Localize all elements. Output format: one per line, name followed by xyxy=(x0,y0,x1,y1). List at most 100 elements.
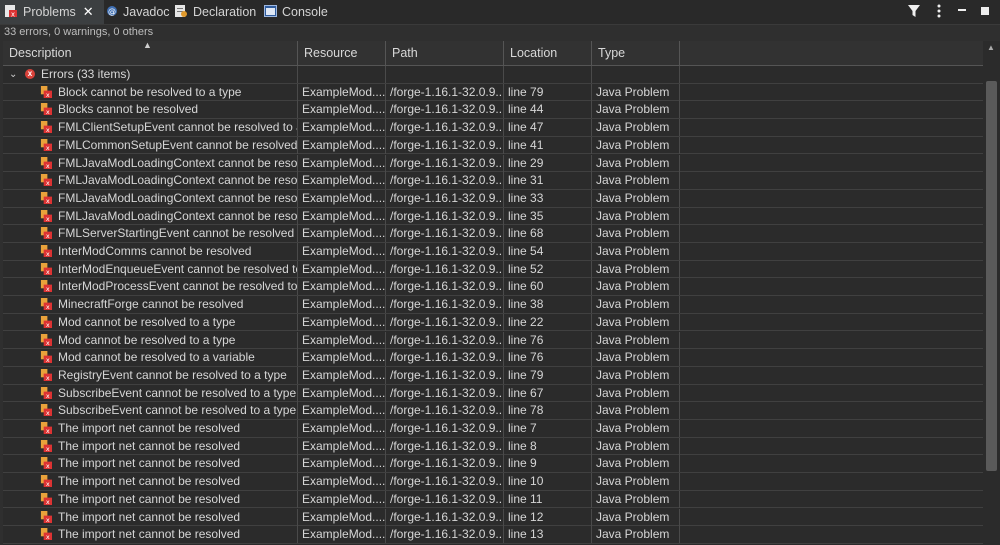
cell-type: Java Problem xyxy=(592,349,680,367)
column-header-description[interactable]: ▲ Description xyxy=(3,41,298,65)
table-row[interactable]: x Block cannot be resolved to a type Examp… xyxy=(3,83,983,102)
cell-type: Java Problem xyxy=(592,366,680,384)
table-row[interactable]: x InterModEnqueueEvent cannot be resolved… xyxy=(3,260,983,279)
cell-description: x SubscribeEvent cannot be resolved to a … xyxy=(3,384,298,402)
cell-type: Java Problem xyxy=(592,313,680,331)
tab-console[interactable]: Console xyxy=(262,0,330,24)
table-row[interactable]: x FMLJavaModLoadingContext cannot be reso… xyxy=(3,207,983,226)
problem-description: InterModProcessEvent cannot be resolved … xyxy=(58,279,298,294)
cell-description: x FMLJavaModLoadingContext cannot be reso… xyxy=(3,189,298,207)
error-group-row[interactable]: ⌄ x Errors (33 items) xyxy=(3,66,983,84)
cell-path: /forge-1.16.1-32.0.9... xyxy=(386,243,504,260)
column-header-type[interactable]: Type xyxy=(592,41,680,65)
tab-problems[interactable]: x Problems ✕ xyxy=(0,0,104,24)
cell-path: /forge-1.16.1-32.0.9... xyxy=(386,420,504,437)
java-error-icon: x xyxy=(40,85,52,98)
cell-description: x Mod cannot be resolved to a variable xyxy=(3,349,298,367)
table-row[interactable]: x The import net cannot be resolved Exampl… xyxy=(3,437,983,456)
table-row[interactable]: x The import net cannot be resolved Exampl… xyxy=(3,473,983,491)
scrollbar-thumb[interactable] xyxy=(986,81,997,471)
svg-text:x: x xyxy=(46,215,50,222)
table-row[interactable]: x The import net cannot be resolved Exampl… xyxy=(3,526,983,544)
table-header: ▲ Description Resource Path Location Typ… xyxy=(3,41,983,66)
filter-icon[interactable] xyxy=(906,3,922,21)
cell-location: line 9 xyxy=(504,455,592,473)
cell-description: x FMLCommonSetupEvent cannot be resolved … xyxy=(3,136,298,154)
table-row[interactable]: x Mod cannot be resolved to a type Example… xyxy=(3,331,983,350)
svg-text:x: x xyxy=(46,232,50,239)
java-error-icon: x xyxy=(40,475,52,488)
table-row[interactable]: x FMLJavaModLoadingContext cannot be reso… xyxy=(3,154,983,173)
table-row[interactable]: x Mod cannot be resolved to a type Example… xyxy=(3,313,983,332)
cell-path: /forge-1.16.1-32.0.9... xyxy=(386,119,504,137)
table-row[interactable]: x The import net cannot be resolved Exampl… xyxy=(3,420,983,438)
cell-type: Java Problem xyxy=(592,508,680,526)
vertical-scrollbar[interactable]: ▲ xyxy=(983,41,1000,545)
java-error-icon: x xyxy=(40,404,52,417)
minimize-icon[interactable] xyxy=(955,3,969,21)
cell-description: x Block cannot be resolved to a type xyxy=(3,83,298,101)
cell-description: x Mod cannot be resolved to a type xyxy=(3,331,298,349)
cell-description: x InterModComms cannot be resolved xyxy=(3,243,298,260)
table-row[interactable]: x FMLJavaModLoadingContext cannot be reso… xyxy=(3,172,983,190)
problem-description: Blocks cannot be resolved xyxy=(58,102,199,117)
cell-location: line 29 xyxy=(504,154,592,172)
cell-path: /forge-1.16.1-32.0.9... xyxy=(386,260,504,278)
table-row[interactable]: x RegistryEvent cannot be resolved to a t… xyxy=(3,366,983,385)
table-row[interactable]: x The import net cannot be resolved Exampl… xyxy=(3,490,983,509)
table-row[interactable]: x FMLCommonSetupEvent cannot be resolved … xyxy=(3,136,983,155)
cell-location: line 33 xyxy=(504,189,592,207)
close-icon[interactable]: ✕ xyxy=(83,4,94,20)
cell-path: /forge-1.16.1-32.0.9... xyxy=(386,278,504,296)
cell-type: Java Problem xyxy=(592,402,680,420)
cell-location: line 7 xyxy=(504,420,592,437)
problem-description: FMLClientSetupEvent cannot be resolved t… xyxy=(58,120,298,135)
problem-description: The import net cannot be resolved xyxy=(58,438,241,453)
table-row[interactable]: x SubscribeEvent cannot be resolved to a … xyxy=(3,402,983,420)
tab-javadoc[interactable]: @ Javadoc xyxy=(104,0,170,24)
cell-description: x FMLJavaModLoadingContext cannot be reso… xyxy=(3,154,298,172)
cell-path: /forge-1.16.1-32.0.9... xyxy=(386,207,504,225)
cell-location: line 11 xyxy=(504,490,592,508)
table-row[interactable]: x FMLJavaModLoadingContext cannot be reso… xyxy=(3,189,983,208)
cell-path: /forge-1.16.1-32.0.9... xyxy=(386,437,504,455)
svg-text:x: x xyxy=(46,533,50,540)
table-row[interactable]: x FMLServerStartingEvent cannot be resolv… xyxy=(3,225,983,243)
cell-location: line 76 xyxy=(504,349,592,367)
scroll-up-icon[interactable]: ▲ xyxy=(987,43,995,52)
table-row[interactable]: x The import net cannot be resolved Exampl… xyxy=(3,455,983,474)
table-row[interactable]: x FMLClientSetupEvent cannot be resolved … xyxy=(3,119,983,137)
cell-type: Java Problem xyxy=(592,437,680,455)
column-header-location[interactable]: Location xyxy=(504,41,592,65)
problem-description: InterModEnqueueEvent cannot be resolved … xyxy=(58,261,298,276)
column-header-resource[interactable]: Resource xyxy=(298,41,386,65)
cell-path: /forge-1.16.1-32.0.9... xyxy=(386,473,504,491)
column-header-path[interactable]: Path xyxy=(386,41,504,65)
svg-text:x: x xyxy=(46,303,50,310)
table-row[interactable]: x MinecraftForge cannot be resolved Exampl… xyxy=(3,296,983,314)
cell-resource: ExampleMod.... xyxy=(298,490,386,508)
view-menu-icon[interactable] xyxy=(932,3,946,21)
javadoc-icon: @ xyxy=(106,5,118,20)
cell-path: /forge-1.16.1-32.0.9... xyxy=(386,331,504,349)
problems-table: ▲ Description Resource Path Location Typ… xyxy=(3,41,983,545)
view-tab-bar: x Problems ✕ @ Javadoc Declaration Conso… xyxy=(0,0,1000,25)
table-row[interactable]: x The import net cannot be resolved Exampl… xyxy=(3,508,983,527)
problem-description: MinecraftForge cannot be resolved xyxy=(58,297,244,312)
cell-resource: ExampleMod.... xyxy=(298,243,386,260)
table-row[interactable]: x InterModProcessEvent cannot be resolved… xyxy=(3,278,983,297)
svg-text:x: x xyxy=(46,339,50,346)
table-row[interactable]: x SubscribeEvent cannot be resolved to a … xyxy=(3,384,983,403)
tab-declaration[interactable]: Declaration xyxy=(172,0,258,24)
table-row[interactable]: x InterModComms cannot be resolved Example… xyxy=(3,243,983,261)
chevron-down-icon[interactable]: ⌄ xyxy=(9,66,17,83)
table-row[interactable]: x Blocks cannot be resolved ExampleMod....… xyxy=(3,101,983,120)
cell-type: Java Problem xyxy=(592,243,680,260)
maximize-icon[interactable] xyxy=(978,3,992,21)
table-row[interactable]: x Mod cannot be resolved to a variable Exa… xyxy=(3,349,983,367)
java-error-icon: x xyxy=(40,510,52,523)
java-error-icon: x xyxy=(40,245,52,257)
cell-location: line 31 xyxy=(504,172,592,190)
cell-type: Java Problem xyxy=(592,189,680,207)
cell-resource: ExampleMod.... xyxy=(298,526,386,544)
